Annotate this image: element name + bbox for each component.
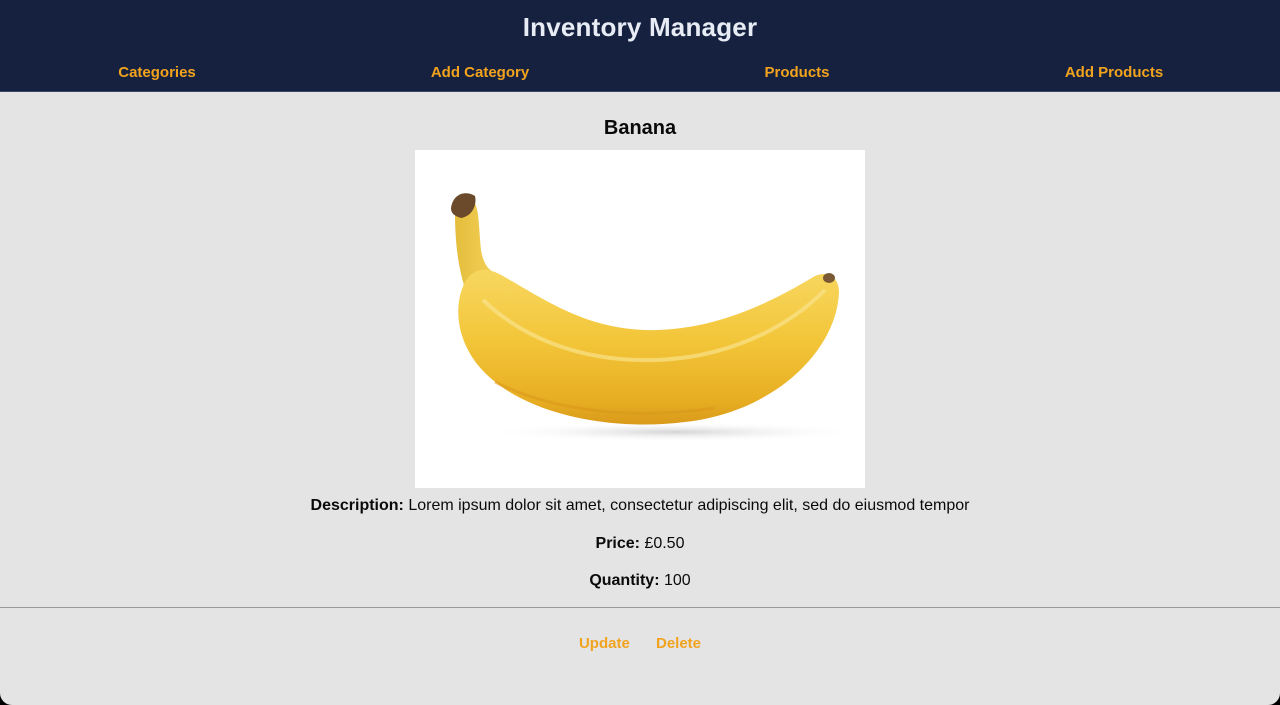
- delete-button[interactable]: Delete: [656, 635, 701, 652]
- price-label: Price:: [595, 535, 640, 552]
- product-price: Price: £0.50: [0, 535, 1280, 553]
- description-value: Lorem ipsum dolor sit amet, consectetur …: [408, 497, 970, 514]
- update-button[interactable]: Update: [579, 635, 630, 652]
- nav-add-products-link[interactable]: Add Products: [1004, 64, 1224, 81]
- app-window: Inventory Manager Categories Add Categor…: [0, 0, 1280, 705]
- nav-products-link[interactable]: Products: [687, 64, 907, 81]
- nav-add-category-link[interactable]: Add Category: [370, 64, 590, 81]
- product-quantity: Quantity: 100: [0, 572, 1280, 590]
- product-description: Description: Lorem ipsum dolor sit amet,…: [0, 497, 1280, 515]
- banana-image: [451, 193, 865, 442]
- app-title: Inventory Manager: [522, 12, 758, 42]
- quantity-value: 100: [663, 572, 691, 589]
- description-label: Description:: [310, 497, 404, 514]
- nav-categories-link[interactable]: Categories: [47, 64, 267, 81]
- divider: [0, 607, 1280, 608]
- price-value: £0.50: [644, 535, 685, 552]
- product-actions: Update Delete: [0, 635, 1280, 652]
- header: Inventory Manager Categories Add Categor…: [0, 0, 1280, 92]
- product-title: Banana: [603, 117, 677, 139]
- nav-bar: Categories Add Category Products Add Pro…: [0, 64, 1280, 84]
- product-image: [415, 150, 865, 488]
- quantity-label: Quantity:: [589, 572, 660, 589]
